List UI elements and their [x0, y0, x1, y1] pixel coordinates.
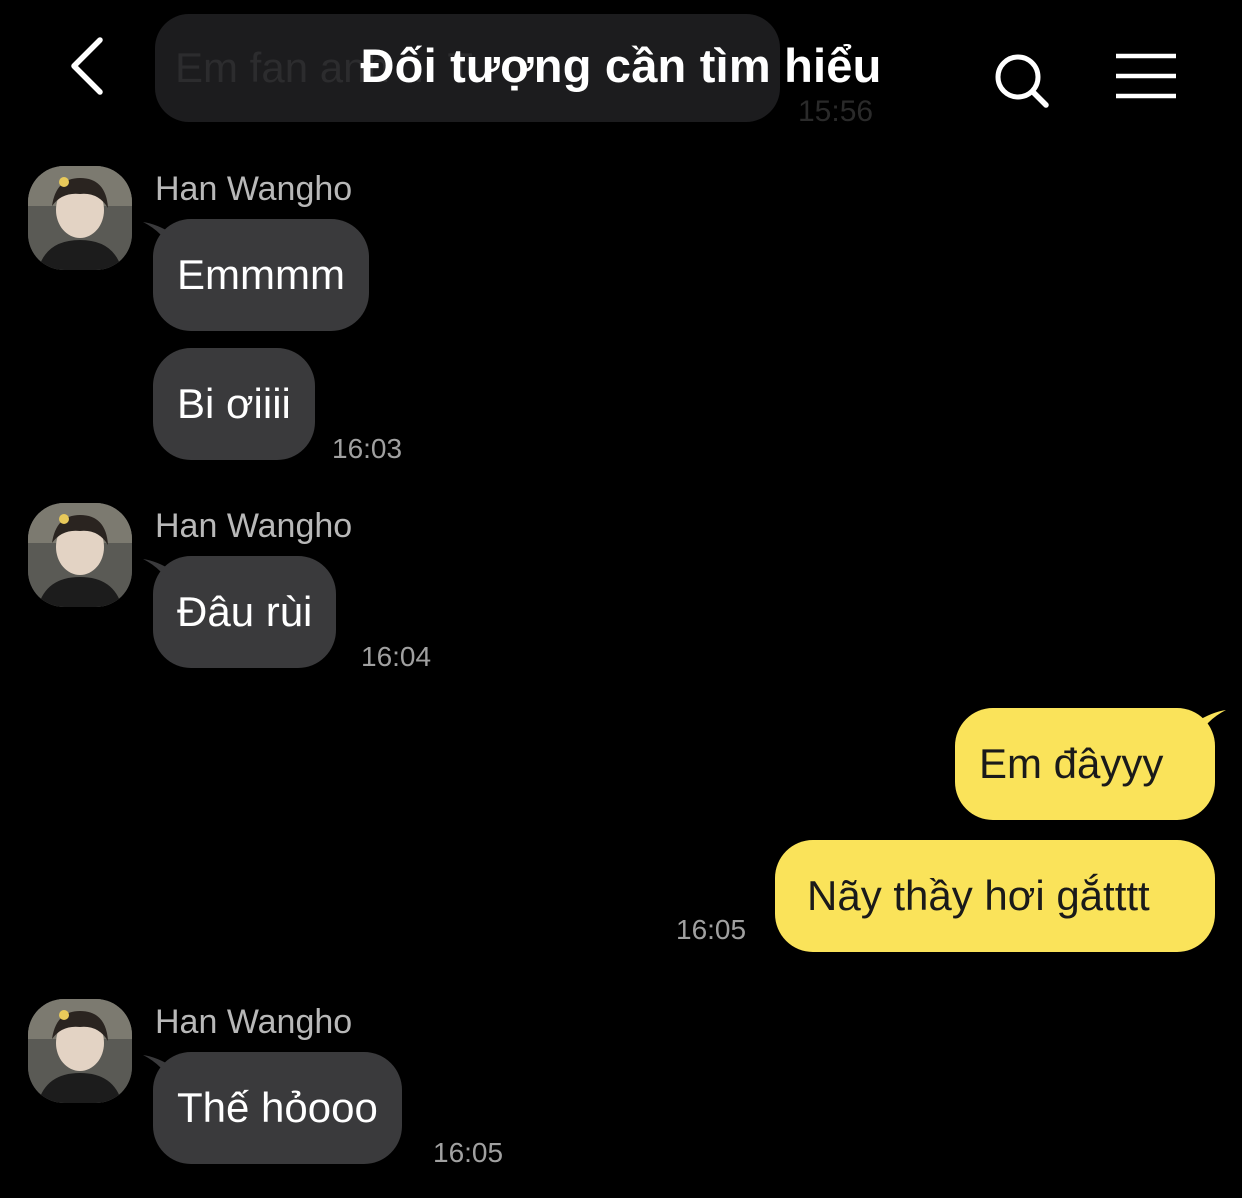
sender-name: Han Wangho — [155, 507, 353, 545]
chat-screen: Em fan anh ... T 15:56 Đối tượng cần tìm… — [0, 0, 1242, 1198]
search-icon — [995, 54, 1049, 108]
message-bubble[interactable]: Nãy thầy hơi gắtttt — [775, 840, 1215, 952]
sender-name: Han Wangho — [155, 1003, 353, 1041]
message-bubble[interactable]: Emmmm — [153, 219, 369, 331]
message-timestamp: 16:05 — [676, 914, 747, 945]
menu-button[interactable] — [1114, 52, 1178, 100]
sender-avatar[interactable] — [28, 503, 132, 607]
message-timestamp: 16:05 — [433, 1137, 504, 1168]
sender-name: Han Wangho — [155, 170, 353, 208]
message-timestamp: 16:04 — [361, 641, 432, 672]
chat-header: Đối tượng cần tìm hiểu — [0, 0, 1242, 135]
hamburger-menu-icon — [1116, 53, 1176, 99]
message-bubble[interactable]: Đâu rùi — [153, 556, 337, 668]
message-bubble[interactable]: Bi ơiiii — [153, 348, 315, 460]
avatar-photo — [28, 503, 132, 607]
avatar-photo — [28, 999, 132, 1103]
message-timestamp: 16:03 — [332, 433, 403, 464]
sender-avatar[interactable] — [28, 999, 132, 1103]
sender-avatar[interactable] — [28, 166, 132, 270]
message-bubble[interactable]: Em đâyyy — [955, 708, 1215, 820]
search-button[interactable] — [990, 50, 1056, 112]
message-bubble[interactable]: Thế hỏooo — [153, 1052, 402, 1164]
avatar-photo — [28, 166, 132, 270]
